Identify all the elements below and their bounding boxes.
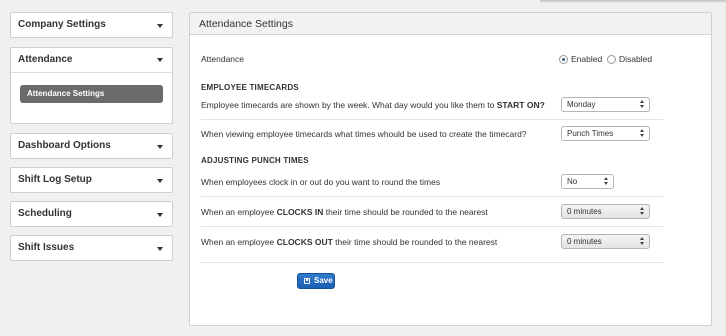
start-day-label: Employee timecards are shown by the week… bbox=[201, 100, 545, 110]
enabled-radio[interactable] bbox=[559, 55, 568, 64]
divider bbox=[201, 262, 663, 263]
round-times-label: When employees clock in or out do you wa… bbox=[201, 177, 441, 187]
caret-down-icon bbox=[157, 145, 163, 149]
sidebar-item-scheduling[interactable]: Scheduling bbox=[10, 201, 173, 227]
sidebar-item-label: Company Settings bbox=[18, 19, 106, 30]
panel-title: Attendance Settings bbox=[190, 13, 711, 35]
sidebar-item-attendance[interactable]: Attendance bbox=[11, 48, 172, 73]
select-arrows-icon bbox=[640, 100, 645, 109]
sidebar-item-label: Scheduling bbox=[18, 208, 72, 219]
sidebar-group-attendance: Attendance Attendance Settings bbox=[10, 47, 173, 124]
sidebar-item-label: Shift Log Setup bbox=[18, 174, 92, 185]
caret-down-icon bbox=[157, 213, 163, 217]
divider bbox=[201, 119, 663, 120]
timecard-times-value: Punch Times bbox=[567, 129, 614, 138]
top-shadow bbox=[540, 0, 726, 3]
start-day-value: Monday bbox=[567, 100, 596, 109]
disabled-label: Disabled bbox=[619, 54, 653, 64]
sidebar-item-label: Shift Issues bbox=[18, 242, 75, 253]
attendance-settings-panel: Attendance Settings Attendance Enabled D… bbox=[189, 12, 712, 326]
sidebar-item-dashboard-options[interactable]: Dashboard Options bbox=[10, 133, 173, 159]
divider bbox=[201, 196, 663, 197]
sidebar-subitem-attendance-settings[interactable]: Attendance Settings bbox=[20, 85, 163, 103]
divider bbox=[201, 226, 663, 227]
caret-down-icon bbox=[157, 24, 163, 28]
caret-down-icon bbox=[157, 179, 163, 183]
start-day-select[interactable]: Monday bbox=[561, 97, 650, 112]
select-arrows-icon bbox=[604, 177, 609, 186]
caret-down-icon bbox=[157, 58, 163, 62]
clocks-in-round-select[interactable]: 0 minutes bbox=[561, 204, 650, 219]
select-arrows-icon bbox=[640, 207, 645, 216]
timecard-times-label: When viewing employee timecards what tim… bbox=[201, 129, 527, 139]
caret-down-icon bbox=[157, 247, 163, 251]
select-arrows-icon bbox=[640, 237, 645, 246]
sidebar-item-shift-issues[interactable]: Shift Issues bbox=[10, 235, 173, 261]
save-button-label: Save bbox=[314, 276, 333, 285]
floppy-disk-icon bbox=[304, 278, 310, 284]
section-heading-timecards: EMPLOYEE TIMECARDS bbox=[201, 83, 299, 92]
sidebar-item-label: Attendance bbox=[18, 54, 73, 65]
clocks-in-round-value: 0 minutes bbox=[567, 207, 602, 216]
clocks-out-round-value: 0 minutes bbox=[567, 237, 602, 246]
clocks-in-label: When an employee CLOCKS IN their time sh… bbox=[201, 207, 488, 217]
round-times-select[interactable]: No bbox=[561, 174, 614, 189]
enabled-label: Enabled bbox=[571, 54, 603, 64]
save-button[interactable]: Save bbox=[297, 273, 335, 289]
sidebar-item-label: Dashboard Options bbox=[18, 140, 111, 151]
sidebar-item-shift-log-setup[interactable]: Shift Log Setup bbox=[10, 167, 173, 193]
select-arrows-icon bbox=[640, 129, 645, 138]
section-heading-punch: ADJUSTING PUNCH TIMES bbox=[201, 156, 309, 165]
timecard-times-select[interactable]: Punch Times bbox=[561, 126, 650, 141]
sidebar-item-company-settings[interactable]: Company Settings bbox=[10, 12, 173, 38]
attendance-label: Attendance bbox=[201, 54, 245, 64]
round-times-value: No bbox=[567, 177, 578, 186]
disabled-radio[interactable] bbox=[607, 55, 616, 64]
clocks-out-label: When an employee CLOCKS OUT their time s… bbox=[201, 237, 498, 247]
clocks-out-round-select[interactable]: 0 minutes bbox=[561, 234, 650, 249]
